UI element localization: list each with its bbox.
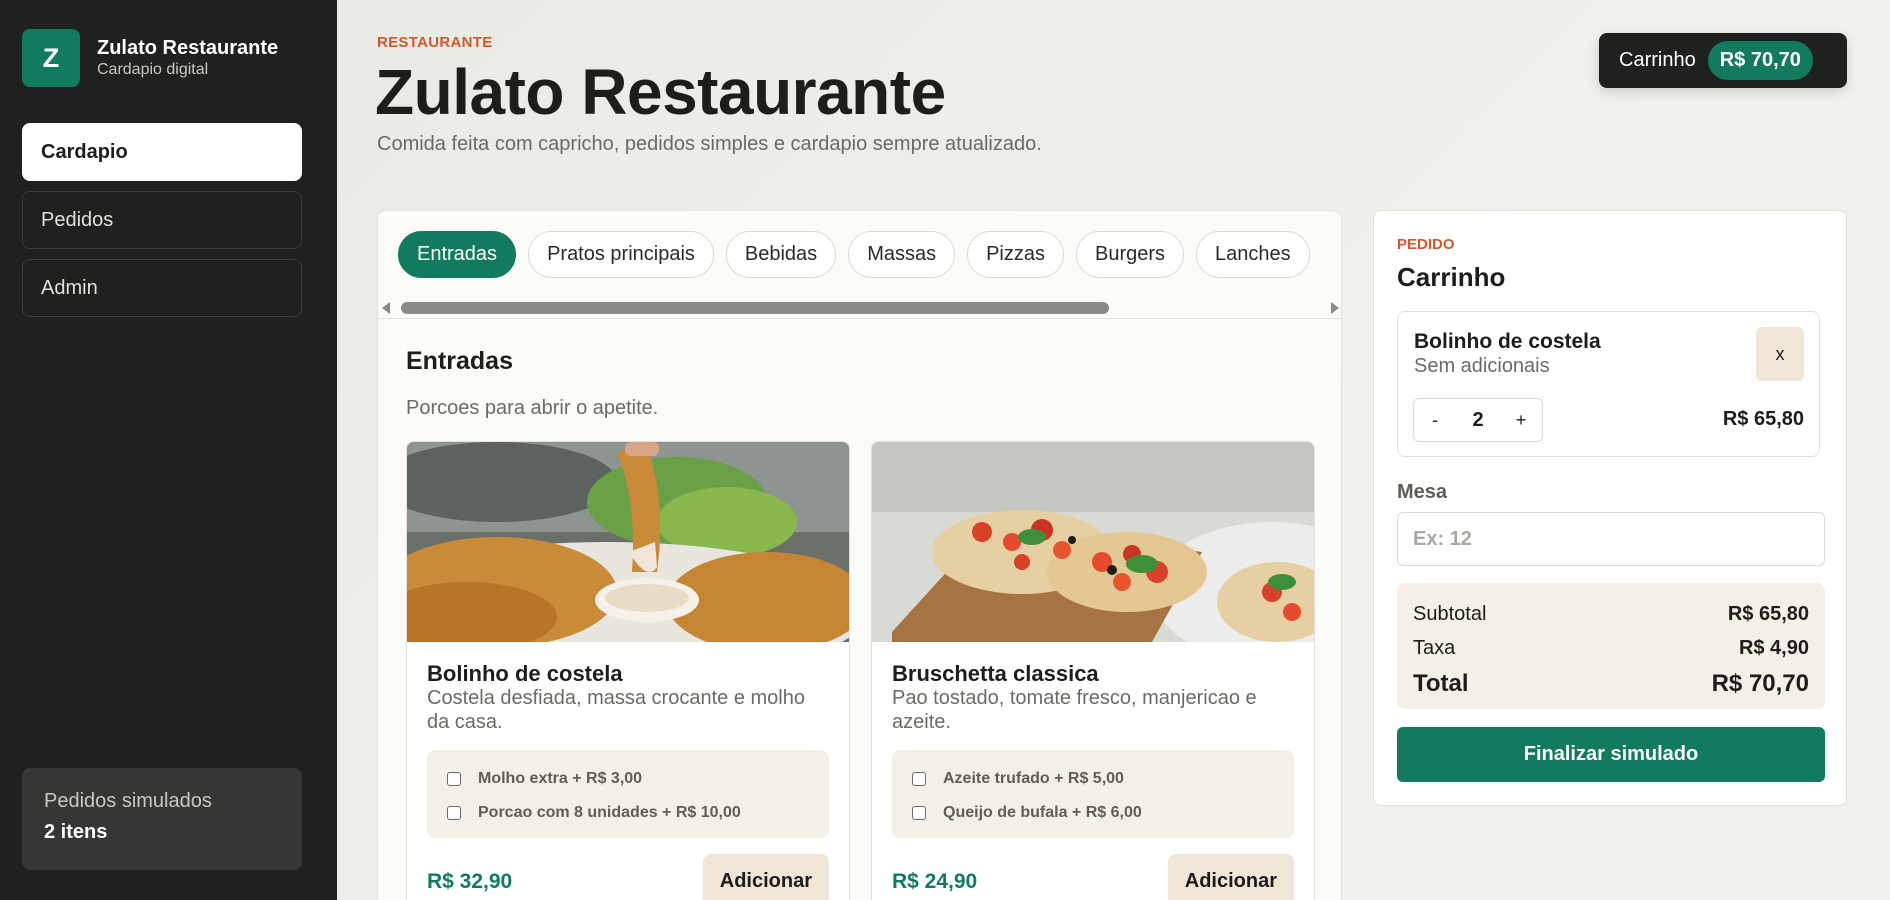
cart-button-label: Carrinho: [1619, 49, 1696, 71]
subtotal-label: Subtotal: [1413, 602, 1487, 625]
scroll-right-arrow-icon[interactable]: [1331, 302, 1339, 314]
menu-item-title: Bolinho de costela: [427, 661, 623, 686]
fee-row: Taxa R$ 4,90: [1413, 631, 1809, 665]
addon-option[interactable]: Queijo de bufala + R$ 6,00: [912, 796, 1280, 830]
cart-item-name: Bolinho de costela: [1414, 330, 1601, 353]
addon-label: Azeite trufado + R$ 5,00: [943, 770, 1124, 787]
addon-checkbox[interactable]: [447, 806, 461, 820]
addon-list: Molho extra + R$ 3,00 Porcao com 8 unida…: [427, 750, 829, 838]
cart-item: Bolinho de costela Sem adicionais x - 2 …: [1397, 311, 1820, 457]
tab-burgers[interactable]: Burgers: [1076, 231, 1185, 278]
sidebar-nav: Cardapio Pedidos Admin: [22, 123, 302, 327]
cart-eyebrow: PEDIDO: [1397, 236, 1455, 253]
addon-label: Molho extra + R$ 3,00: [478, 770, 643, 787]
sidebar-item-pedidos[interactable]: Pedidos: [22, 191, 302, 249]
page-eyebrow: RESTAURANTE: [377, 34, 493, 51]
sidebar: Z Zulato Restaurante Cardapio digital Ca…: [0, 0, 337, 900]
total-row: Total R$ 70,70: [1413, 665, 1809, 703]
brand: Z Zulato Restaurante Cardapio digital: [22, 29, 278, 87]
addon-option[interactable]: Porcao com 8 unidades + R$ 10,00: [447, 796, 815, 830]
addon-list: Azeite trufado + R$ 5,00 Queijo de bufal…: [892, 750, 1294, 838]
add-to-cart-button[interactable]: Adicionar: [1167, 854, 1294, 900]
menu-card: Bolinho de costela Costela desfiada, mas…: [406, 441, 850, 900]
cart-button[interactable]: Carrinho R$ 70,70: [1599, 33, 1847, 88]
tab-pratos-principais[interactable]: Pratos principais: [528, 231, 714, 278]
add-to-cart-button[interactable]: Adicionar: [702, 854, 829, 900]
sidebar-item-admin[interactable]: Admin: [22, 259, 302, 317]
decrement-button[interactable]: -: [1414, 410, 1456, 431]
addon-option[interactable]: Molho extra + R$ 3,00: [447, 762, 815, 796]
total-label: Total: [1413, 670, 1469, 697]
quantity-value: 2: [1472, 408, 1484, 431]
section-title: Entradas: [406, 347, 513, 375]
menu-item-price: R$ 24,90: [892, 869, 978, 893]
page-subtitle: Comida feita com capricho, pedidos simpl…: [377, 133, 1042, 155]
table-number-input[interactable]: [1397, 512, 1825, 566]
fee-label: Taxa: [1413, 636, 1456, 659]
brand-subtitle: Cardapio digital: [97, 61, 209, 78]
addon-checkbox[interactable]: [912, 772, 926, 786]
main-content: RESTAURANTE Zulato Restaurante Comida fe…: [337, 0, 1890, 900]
cart-item-addons: Sem adicionais: [1414, 355, 1550, 377]
quantity-stepper: - 2 +: [1413, 398, 1543, 442]
cart-total-badge: R$ 70,70: [1707, 41, 1813, 80]
section-subtitle: Porcoes para abrir o apetite.: [406, 397, 659, 419]
tab-massas[interactable]: Massas: [848, 231, 956, 278]
tab-pizzas[interactable]: Pizzas: [967, 231, 1064, 278]
food-photo-bruschetta: [872, 442, 1314, 642]
addon-label: Porcao com 8 unidades + R$ 10,00: [478, 804, 741, 821]
menu-panel: Entradas Pratos principais Bebidas Massa…: [377, 210, 1342, 900]
scrollbar-thumb[interactable]: [401, 302, 1109, 314]
cart-title: Carrinho: [1397, 262, 1506, 292]
total-value: R$ 70,70: [1711, 670, 1809, 697]
finalize-order-button[interactable]: Finalizar simulado: [1397, 727, 1825, 782]
brand-name: Zulato Restaurante: [97, 37, 279, 59]
category-tabs: Entradas Pratos principais Bebidas Massa…: [398, 231, 1322, 278]
totals-summary: Subtotal R$ 65,80 Taxa R$ 4,90 Total R$ …: [1397, 583, 1825, 709]
fee-value: R$ 4,90: [1738, 636, 1809, 659]
increment-button[interactable]: +: [1500, 410, 1542, 431]
tabs-scrollbar[interactable]: [378, 299, 1341, 319]
simulated-orders-label: Pedidos simulados: [44, 790, 212, 812]
tab-lanches[interactable]: Lanches: [1196, 231, 1310, 278]
menu-item-description: Costela desfiada, massa crocante e molho…: [427, 687, 805, 733]
addon-checkbox[interactable]: [447, 772, 461, 786]
addon-option[interactable]: Azeite trufado + R$ 5,00: [912, 762, 1280, 796]
sidebar-item-cardapio[interactable]: Cardapio: [22, 123, 302, 181]
menu-item-price: R$ 32,90: [427, 869, 513, 893]
menu-item-title: Bruschetta classica: [892, 661, 1099, 686]
cart-panel: PEDIDO Carrinho Bolinho de costela Sem a…: [1373, 210, 1847, 806]
food-photo-bolinho: [407, 442, 849, 642]
menu-card: Bruschetta classica Pao tostado, tomate …: [871, 441, 1315, 900]
simulated-orders-box: Pedidos simulados 2 itens: [22, 768, 302, 870]
subtotal-value: R$ 65,80: [1727, 602, 1809, 625]
addon-checkbox[interactable]: [912, 806, 926, 820]
menu-item-description: Pao tostado, tomate fresco, manjericao e…: [892, 687, 1257, 733]
table-label: Mesa: [1397, 481, 1448, 503]
scroll-left-arrow-icon[interactable]: [382, 302, 390, 314]
subtotal-row: Subtotal R$ 65,80: [1413, 597, 1809, 631]
brand-logo: Z: [22, 29, 80, 87]
bruschetta-image: [872, 442, 1314, 642]
bolinho-image: [407, 442, 849, 642]
page-title: Zulato Restaurante: [375, 56, 946, 128]
tab-entradas[interactable]: Entradas: [398, 231, 517, 278]
addon-label: Queijo de bufala + R$ 6,00: [943, 804, 1142, 821]
simulated-orders-count: 2 itens: [44, 821, 108, 843]
cart-item-price: R$ 65,80: [1722, 408, 1804, 430]
tab-bebidas[interactable]: Bebidas: [725, 231, 837, 278]
remove-item-button[interactable]: x: [1756, 327, 1804, 381]
